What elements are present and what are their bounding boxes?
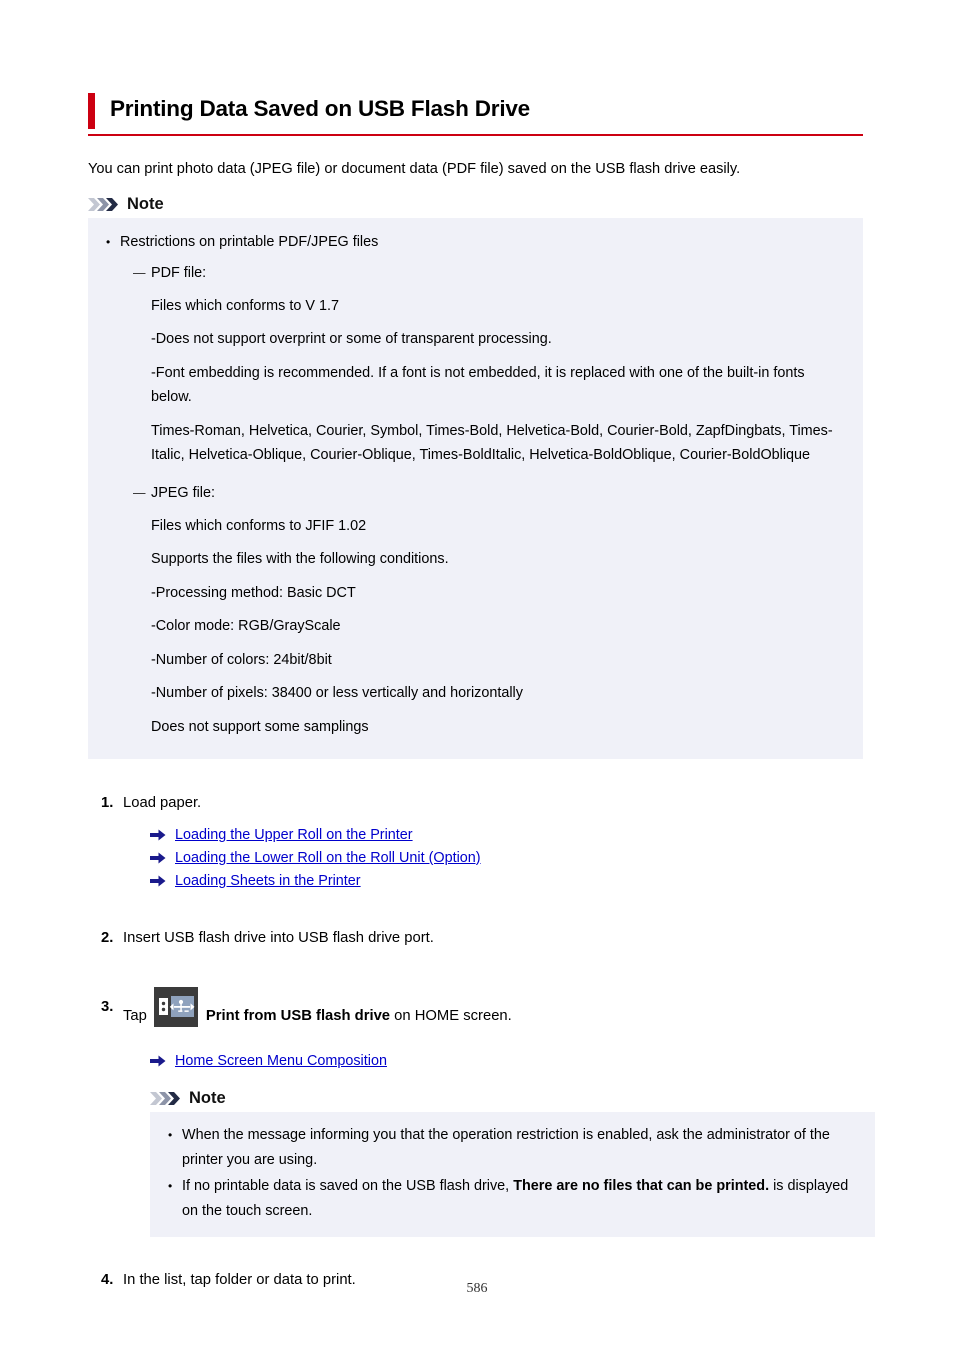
step-3-text: Tap Print from USB flash drive on HOME s…: [123, 987, 863, 1036]
pdf-heading: PDF file:: [151, 264, 207, 281]
step-3-note-block: Note When the message informing you that…: [123, 1089, 875, 1237]
step-1-links: Loading the Upper Roll on the Printer Lo…: [123, 824, 863, 893]
note-bullet-text: Restrictions on printable PDF/JPEG files: [120, 234, 379, 250]
usb-flash-drive-icon: [153, 987, 198, 1027]
link-loading-sheets[interactable]: Loading Sheets in the Printer: [175, 873, 361, 889]
pdf-details: Files which conforms to V 1.7 -Does not …: [151, 294, 849, 468]
step-3-number: 3.: [101, 999, 114, 1015]
pdf-line-1: Files which conforms to V 1.7: [151, 297, 339, 314]
page-header: Printing Data Saved on USB Flash Drive: [88, 92, 863, 130]
arrow-right-icon: [150, 874, 166, 888]
triple-chevron-icon: [150, 1091, 184, 1106]
jpeg-heading: JPEG file:: [151, 484, 215, 501]
note-bullet-restrictions: Restrictions on printable PDF/JPEG files…: [102, 230, 849, 739]
note-box-step3: When the message informing you that the …: [150, 1112, 875, 1237]
link-item[interactable]: Loading Sheets in the Printer: [150, 870, 863, 893]
jpeg-line-6: -Number of pixels: 38400 or less vertica…: [151, 685, 523, 701]
link-loading-upper-roll[interactable]: Loading the Upper Roll on the Printer: [175, 827, 413, 843]
arrow-right-icon: [150, 828, 166, 842]
note-bullet-operation-restriction: When the message informing you that the …: [164, 1123, 861, 1172]
step-2-number: 2.: [101, 930, 114, 946]
step-2-text: Insert USB flash drive into USB flash dr…: [123, 930, 434, 946]
step-1-text: Load paper.: [123, 795, 202, 811]
document-page: Printing Data Saved on USB Flash Drive Y…: [0, 0, 954, 1350]
pdf-line-3: -Font embedding is recommended. If a fon…: [151, 364, 805, 406]
link-home-screen-menu[interactable]: Home Screen Menu Composition: [175, 1053, 387, 1069]
note-bullet-list: Restrictions on printable PDF/JPEG files…: [102, 230, 849, 739]
file-type-list: PDF file: Files which conforms to V 1.7 …: [120, 261, 849, 740]
note-label: Note: [189, 1089, 226, 1107]
procedure-steps: 1. Load paper. Loading the Upper Roll on…: [88, 792, 875, 1291]
note-bullet-text: When the message informing you that the …: [182, 1127, 830, 1168]
jpeg-line-3: -Processing method: Basic DCT: [151, 584, 356, 601]
note-box-top: Restrictions on printable PDF/JPEG files…: [88, 218, 863, 759]
page-number: 586: [466, 1281, 488, 1296]
note-bullet-emphasis: There are no files that can be printed.: [513, 1178, 770, 1194]
jpeg-line-7: Does not support some samplings: [151, 718, 369, 735]
jpeg-line-2: Supports the files with the following co…: [151, 551, 449, 567]
arrow-right-icon: [150, 1054, 166, 1068]
title-divider: [88, 134, 863, 136]
note-bullet-lead: If no printable data is saved on the USB…: [182, 1178, 514, 1194]
link-item[interactable]: Home Screen Menu Composition: [150, 1050, 863, 1073]
link-item[interactable]: Loading the Lower Roll on the Roll Unit …: [150, 847, 863, 870]
arrow-right-icon: [150, 851, 166, 865]
step-3-links: Home Screen Menu Composition: [123, 1050, 863, 1073]
note-heading-top: Note: [88, 195, 863, 213]
file-type-jpeg: JPEG file: Files which conforms to JFIF …: [133, 481, 849, 740]
note-bullet-list: When the message informing you that the …: [164, 1123, 861, 1223]
step-3-prefix: Tap: [123, 1008, 147, 1024]
step-3: 3. Tap Print from USB flash drive on HOM…: [88, 987, 875, 1237]
step-1-number: 1.: [101, 795, 114, 811]
link-loading-lower-roll[interactable]: Loading the Lower Roll on the Roll Unit …: [175, 850, 481, 866]
jpeg-line-4: -Color mode: RGB/GrayScale: [151, 618, 341, 634]
step-2: 2. Insert USB flash drive into USB flash…: [88, 927, 863, 949]
step-3-suffix: on HOME screen.: [394, 1008, 512, 1024]
pdf-builtin-fonts: Times-Roman, Helvetica, Courier, Symbol,…: [151, 422, 833, 464]
note-heading-step3: Note: [150, 1089, 863, 1107]
file-type-pdf: PDF file: Files which conforms to V 1.7 …: [133, 261, 849, 468]
title-accent-bar: [88, 93, 95, 129]
page-title: Printing Data Saved on USB Flash Drive: [110, 96, 530, 121]
step-1: 1. Load paper. Loading the Upper Roll on…: [88, 792, 863, 893]
jpeg-details: Files which conforms to JFIF 1.02 Suppor…: [151, 514, 849, 740]
link-item[interactable]: Loading the Upper Roll on the Printer: [150, 824, 863, 847]
jpeg-line-5: -Number of colors: 24bit/8bit: [151, 651, 332, 668]
note-label: Note: [127, 195, 164, 213]
step-3-bold-text: Print from USB flash drive: [205, 1008, 391, 1024]
triple-chevron-icon: [88, 197, 122, 212]
jpeg-line-1: Files which conforms to JFIF 1.02: [151, 517, 367, 534]
intro-paragraph: You can print photo data (JPEG file) or …: [88, 161, 741, 177]
page-content: Printing Data Saved on USB Flash Drive Y…: [88, 92, 875, 1291]
note-bullet-no-printable-data: If no printable data is saved on the USB…: [164, 1174, 861, 1223]
pdf-line-2: -Does not support overprint or some of t…: [151, 331, 552, 347]
